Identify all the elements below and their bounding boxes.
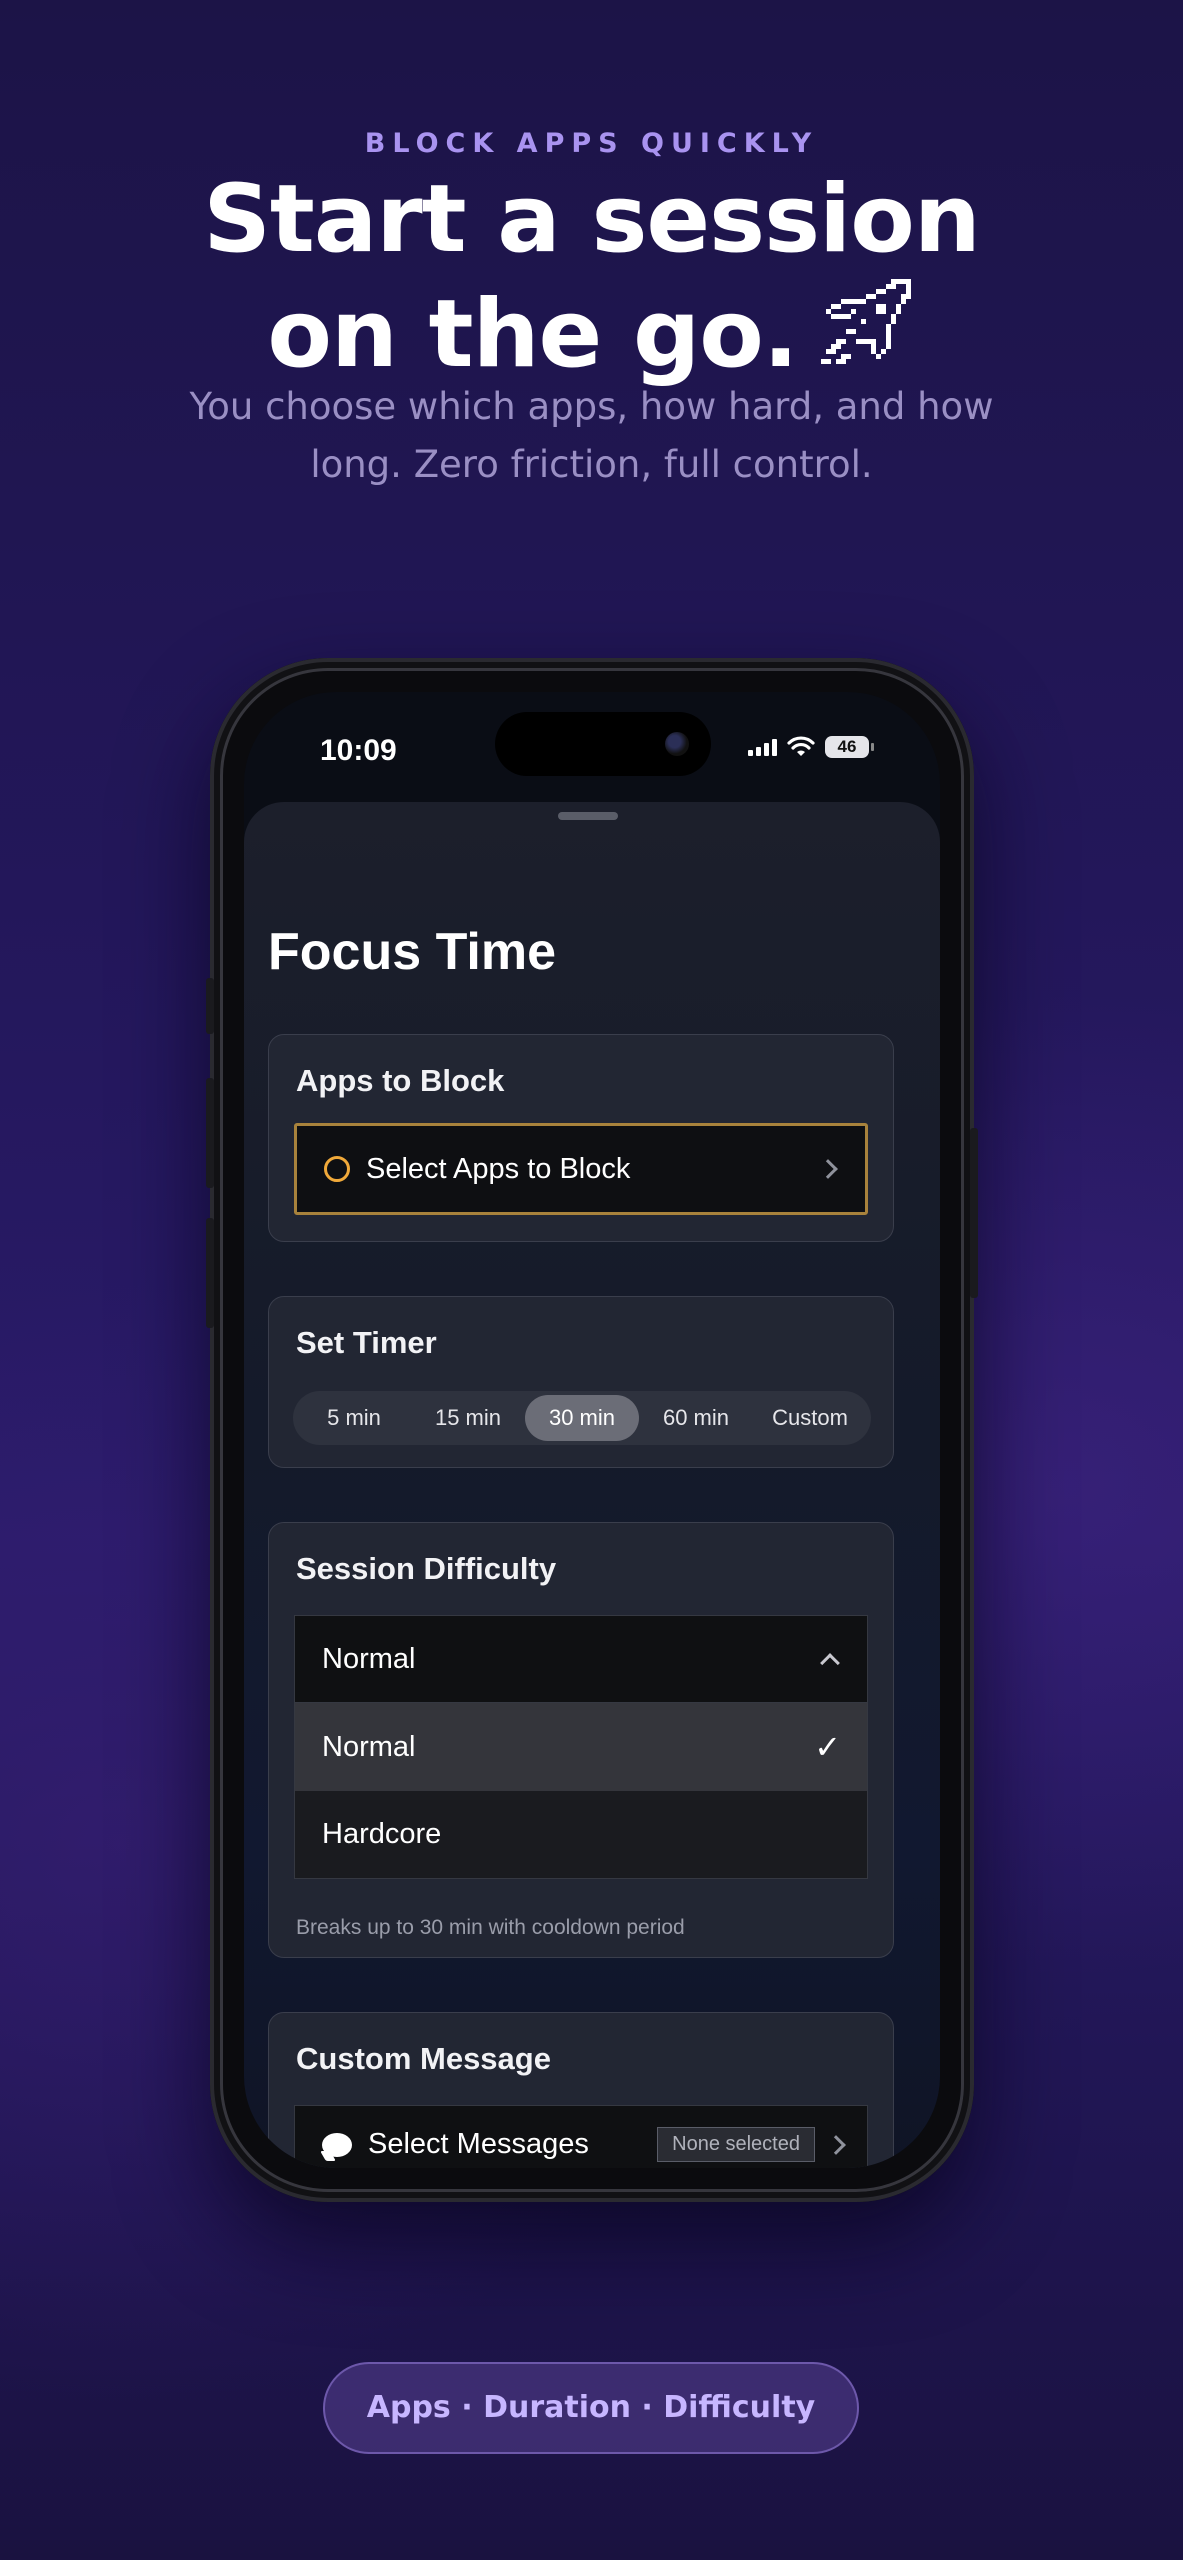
apps-card-title: Apps to Block — [296, 1063, 505, 1098]
chevron-right-icon — [818, 1159, 838, 1179]
phone-screen: 10:09 46 Focus Time Apps to Block Select… — [244, 692, 940, 2168]
apps-to-block-card: Apps to Block Select Apps to Block — [268, 1034, 894, 1242]
select-messages-label: Select Messages — [368, 2128, 589, 2160]
rocket-icon — [820, 279, 911, 364]
difficulty-option-label: Hardcore — [322, 1818, 442, 1850]
headline-line-2: on the go. — [267, 280, 798, 389]
difficulty-hint: Breaks up to 30 min with cooldown period — [296, 1916, 685, 1939]
custom-message-card: Custom Message Select Messages None sele… — [268, 2012, 894, 2168]
select-apps-button[interactable]: Select Apps to Block — [294, 1123, 868, 1215]
difficulty-option-label: Normal — [322, 1730, 416, 1763]
sheet-grabber[interactable] — [558, 812, 618, 820]
side-button — [206, 978, 214, 1034]
message-bubble-icon — [322, 2132, 352, 2157]
features-pill: Apps · Duration · Difficulty — [323, 2362, 859, 2454]
subtitle: You choose which apps, how hard, and how… — [189, 385, 994, 486]
difficulty-option-hardcore[interactable]: Hardcore — [294, 1791, 868, 1879]
message-card-title: Custom Message — [296, 2041, 551, 2076]
status-icons: 46 — [748, 736, 874, 758]
set-timer-card: Set Timer 5 min 15 min 30 min 60 min Cus… — [268, 1296, 894, 1468]
dynamic-island — [495, 712, 711, 776]
volume-up-button — [206, 1078, 214, 1188]
difficulty-selected-value: Normal — [322, 1642, 416, 1675]
status-badge: None selected — [657, 2127, 815, 2162]
session-difficulty-card: Session Difficulty Normal Normal ✓ Hardc… — [268, 1522, 894, 1958]
timer-option-15[interactable]: 15 min — [411, 1395, 525, 1441]
volume-down-button — [206, 1218, 214, 1328]
wifi-icon — [787, 736, 815, 756]
select-messages-button[interactable]: Select Messages None selected — [294, 2105, 868, 2168]
status-time: 10:09 — [320, 734, 397, 767]
phone-frame: 10:09 46 Focus Time Apps to Block Select… — [206, 658, 978, 2202]
timer-option-60[interactable]: 60 min — [639, 1395, 753, 1441]
checkmark-icon: ✓ — [814, 1729, 841, 1765]
battery-icon: 46 — [825, 736, 874, 758]
page-title: Focus Time — [268, 923, 557, 981]
chevron-up-icon — [820, 1653, 840, 1673]
difficulty-card-title: Session Difficulty — [296, 1551, 557, 1586]
difficulty-dropdown[interactable]: Normal — [294, 1615, 868, 1703]
timer-card-title: Set Timer — [296, 1325, 437, 1360]
difficulty-option-normal[interactable]: Normal ✓ — [294, 1703, 868, 1791]
timer-option-custom[interactable]: Custom — [753, 1395, 867, 1441]
eyebrow-label: BLOCK APPS QUICKLY — [364, 128, 819, 159]
camera-icon — [665, 732, 689, 756]
timer-option-30[interactable]: 30 min — [525, 1395, 639, 1441]
focus-sheet: Focus Time Apps to Block Select Apps to … — [244, 802, 940, 2168]
chevron-right-icon — [826, 2134, 846, 2155]
signal-icon — [748, 738, 777, 756]
select-apps-label: Select Apps to Block — [366, 1152, 631, 1185]
timer-option-5[interactable]: 5 min — [297, 1395, 411, 1441]
circle-icon — [324, 1156, 350, 1182]
headline-line-1: Start a session — [203, 165, 981, 274]
headline: Start a session on the go. — [0, 166, 1183, 389]
power-button — [970, 1128, 978, 1298]
timer-segmented-control: 5 min 15 min 30 min 60 min Custom — [293, 1391, 871, 1445]
